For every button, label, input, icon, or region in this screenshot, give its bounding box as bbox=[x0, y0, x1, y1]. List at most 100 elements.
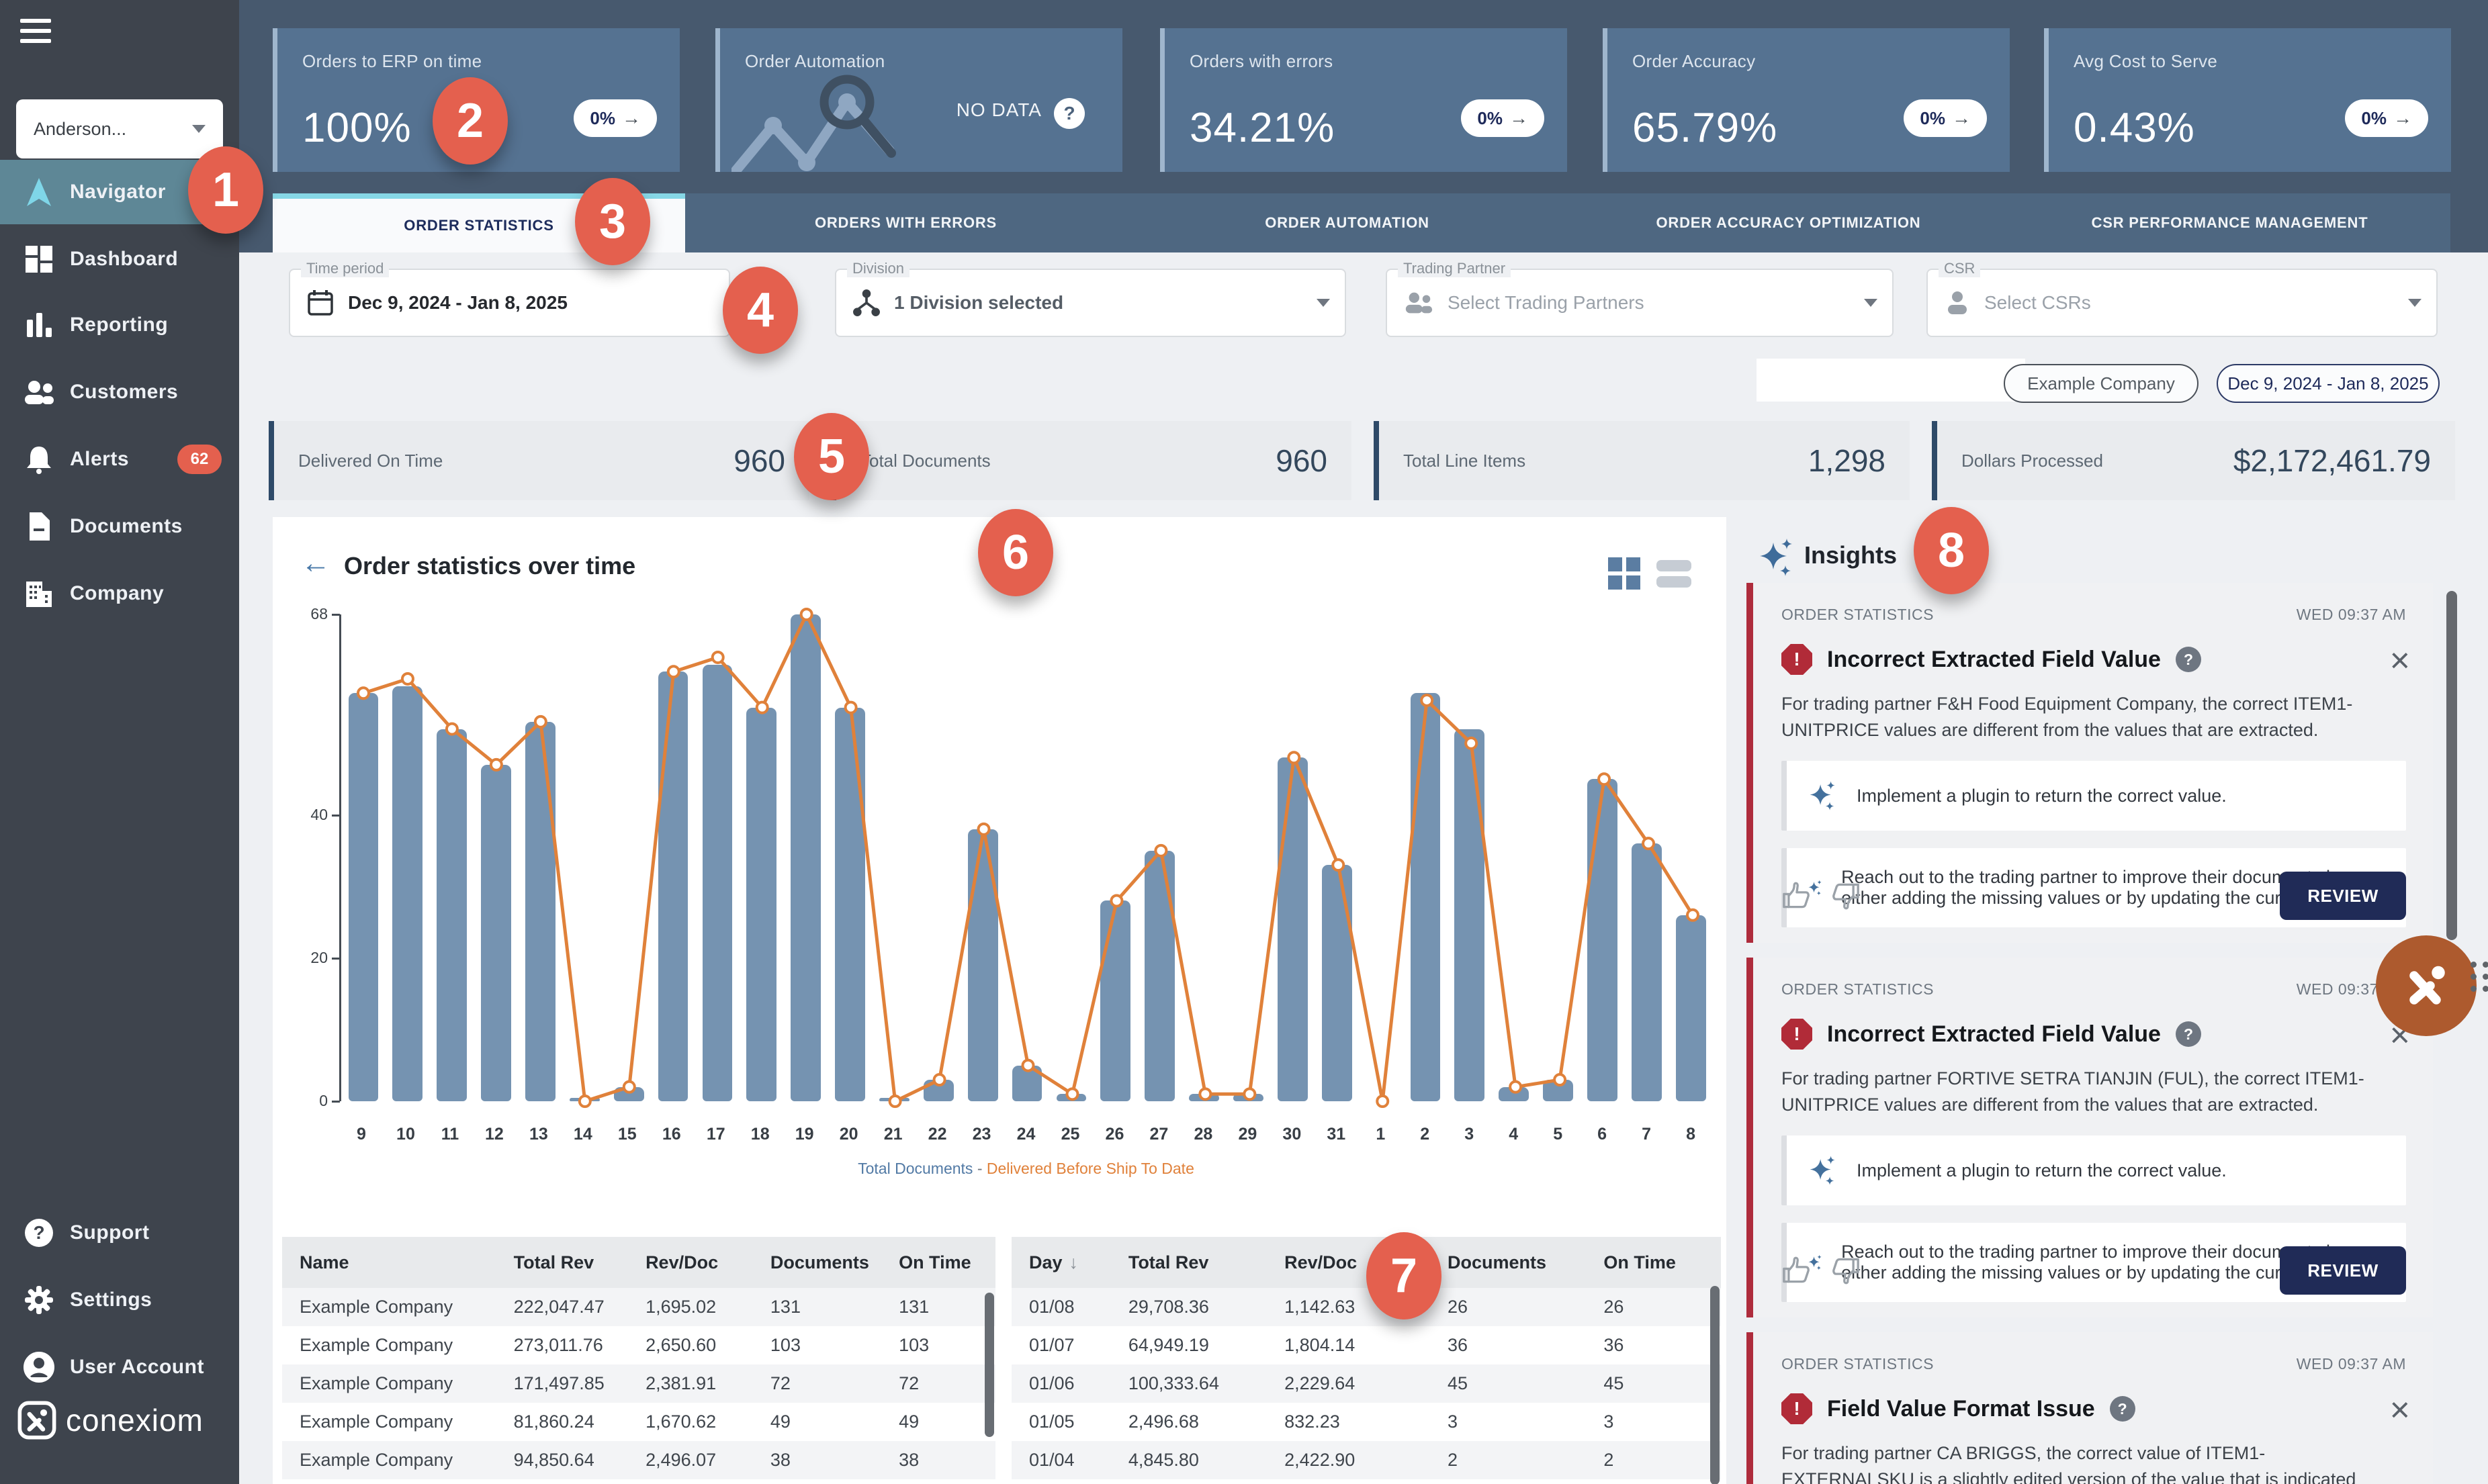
partners-table: NameTotal RevRev/DocDocumentsOn Time Exam… bbox=[282, 1237, 995, 1484]
table-header-cell[interactable]: Total Rev bbox=[496, 1252, 628, 1273]
thumbs-up-icon[interactable] bbox=[1781, 1255, 1812, 1286]
table-header-cell[interactable]: Documents bbox=[1430, 1252, 1586, 1273]
help-icon[interactable]: ? bbox=[2176, 1021, 2201, 1047]
x-axis-label: 21 bbox=[871, 1125, 916, 1144]
kpi-value: 34.21% bbox=[1190, 104, 1335, 152]
sort-desc-icon[interactable]: ↓ bbox=[1069, 1252, 1079, 1272]
table-header-cell[interactable]: Rev/Doc bbox=[628, 1252, 753, 1273]
insight-title: Field Value Format Issue bbox=[1827, 1396, 2095, 1422]
list-view-icon[interactable] bbox=[1655, 556, 1693, 591]
legend-separator: - bbox=[973, 1160, 986, 1177]
sidebar-item-label: Company bbox=[70, 582, 164, 605]
x-axis-label: 9 bbox=[339, 1125, 384, 1144]
sidebar-item-documents[interactable]: Documents bbox=[0, 494, 239, 559]
sidebar-item-company[interactable]: Company bbox=[0, 561, 239, 626]
table-cell: 64,949.19 bbox=[1111, 1335, 1267, 1356]
sidebar-item-user-account[interactable]: User Account bbox=[0, 1335, 239, 1399]
sidebar-item-reporting[interactable]: Reporting bbox=[0, 293, 239, 357]
thumbs-up-icon[interactable] bbox=[1781, 880, 1812, 911]
line-series bbox=[341, 614, 1715, 1101]
insight-category: ORDER STATISTICS bbox=[1781, 606, 1934, 624]
conexiom-logo: conexiom bbox=[17, 1401, 204, 1440]
table-header-cell[interactable]: Name bbox=[282, 1252, 496, 1273]
stat-value: 960 bbox=[1276, 443, 1327, 479]
annotation-badge-5: 5 bbox=[794, 413, 869, 500]
sidebar-item-settings[interactable]: Settings bbox=[0, 1268, 239, 1332]
company-chip[interactable]: Example Company bbox=[2004, 364, 2198, 403]
x-axis-label: 23 bbox=[960, 1125, 1004, 1144]
drag-handle-icon[interactable] bbox=[2471, 962, 2488, 992]
sidebar-item-customers[interactable]: Customers bbox=[0, 360, 239, 424]
partners-table-scrollbar[interactable] bbox=[985, 1293, 994, 1437]
table-cell: 36 bbox=[1586, 1335, 1721, 1356]
x-axis-label: 25 bbox=[1049, 1125, 1093, 1144]
arrow-right-icon: → bbox=[1952, 107, 1971, 129]
review-button[interactable]: REVIEW bbox=[2280, 1246, 2406, 1295]
help-circle-icon: ? bbox=[23, 1217, 55, 1249]
workspace-selector[interactable]: Anderson... bbox=[16, 99, 223, 158]
help-icon[interactable]: ? bbox=[1054, 98, 1085, 129]
insights-scrollbar[interactable] bbox=[2446, 591, 2457, 940]
x-axis-label: 31 bbox=[1314, 1125, 1358, 1144]
chart-plot-area bbox=[339, 614, 1713, 1101]
sidebar-item-alerts[interactable]: Alerts 62 bbox=[0, 427, 239, 492]
table-cell: 45 bbox=[1430, 1373, 1586, 1394]
review-button[interactable]: REVIEW bbox=[2280, 872, 2406, 920]
time-period-filter[interactable]: Time period Dec 9, 2024 - Jan 8, 2025 bbox=[289, 269, 730, 337]
no-data-chart-illustration bbox=[731, 62, 940, 172]
table-cell: 81,860.24 bbox=[496, 1411, 628, 1432]
thumbs-down-icon[interactable] bbox=[1830, 1255, 1861, 1286]
x-axis-label: 26 bbox=[1092, 1125, 1137, 1144]
table-header-cell[interactable]: Documents bbox=[753, 1252, 881, 1273]
kpi-trend-pill[interactable]: 0% → bbox=[1904, 99, 1987, 137]
table-cell: 3 bbox=[1430, 1411, 1586, 1432]
csr-placeholder: Select CSRs bbox=[1984, 292, 2091, 314]
stat-label: Delivered On Time bbox=[298, 451, 443, 471]
table-cell: 103 bbox=[753, 1335, 881, 1356]
sidebar-item-dashboard[interactable]: Dashboard bbox=[0, 227, 239, 291]
legend-total-documents: Total Documents bbox=[858, 1160, 973, 1177]
kpi-trend-pill[interactable]: 0% → bbox=[2345, 99, 2428, 137]
table-header-cell[interactable]: Total Rev bbox=[1111, 1252, 1267, 1273]
table-header-cell[interactable]: Day↓ bbox=[1012, 1252, 1111, 1273]
table-header-cell[interactable]: On Time bbox=[881, 1252, 995, 1273]
table-header-cell[interactable]: On Time bbox=[1586, 1252, 1721, 1273]
kpi-card-avg-cost-to-serve: Avg Cost to Serve 0.43% 0% → bbox=[2044, 28, 2451, 172]
thumbs-down-icon[interactable] bbox=[1830, 880, 1861, 911]
help-icon[interactable]: ? bbox=[2176, 647, 2201, 672]
x-axis-label: 20 bbox=[827, 1125, 871, 1144]
stat-value: 960 bbox=[734, 443, 785, 479]
table-cell: 103 bbox=[881, 1335, 995, 1356]
order-statistics-card: ← Order statistics over time 6840200 910… bbox=[273, 517, 1726, 1484]
days-table-scrollbar[interactable] bbox=[1710, 1286, 1720, 1484]
help-icon[interactable]: ? bbox=[2110, 1396, 2135, 1422]
kpi-trend-pill[interactable]: 0% → bbox=[1461, 99, 1544, 137]
division-filter[interactable]: Division 1 Division selected bbox=[835, 269, 1346, 337]
stat-total-documents: Total Documents 960 bbox=[831, 421, 1351, 500]
date-range-chip[interactable]: Dec 9, 2024 - Jan 8, 2025 bbox=[2217, 364, 2440, 403]
tab-order-accuracy-optimization[interactable]: ORDER ACCURACY OPTIMIZATION bbox=[1568, 193, 2009, 252]
table-cell: 01/06 bbox=[1012, 1373, 1111, 1394]
sidebar-item-support[interactable]: ? Support bbox=[0, 1201, 239, 1265]
tab-order-automation[interactable]: ORDER AUTOMATION bbox=[1126, 193, 1568, 252]
alert-icon: ! bbox=[1781, 644, 1812, 675]
close-icon[interactable]: × bbox=[2390, 1397, 2410, 1425]
stat-label: Dollars Processed bbox=[1961, 451, 2103, 471]
hamburger-menu-icon[interactable] bbox=[20, 19, 51, 49]
conexiom-widget-button[interactable] bbox=[2376, 935, 2477, 1036]
trading-partner-filter[interactable]: Trading Partner Select Trading Partners bbox=[1386, 269, 1894, 337]
annotation-badge-7: 7 bbox=[1366, 1232, 1441, 1319]
tab-orders-with-errors[interactable]: ORDERS WITH ERRORS bbox=[685, 193, 1126, 252]
division-value: 1 Division selected bbox=[894, 292, 1063, 314]
table-cell: 38 bbox=[753, 1450, 881, 1471]
grid-view-icon[interactable] bbox=[1607, 556, 1642, 591]
back-arrow-icon[interactable]: ← bbox=[301, 547, 330, 580]
table-row: Example Company171,497.852,381.917272 bbox=[282, 1364, 995, 1403]
x-axis-label: 30 bbox=[1270, 1125, 1314, 1144]
close-icon[interactable]: × bbox=[2390, 647, 2410, 676]
kpi-trend-pill[interactable]: 0% → bbox=[574, 99, 657, 137]
csr-filter[interactable]: CSR Select CSRs bbox=[1926, 269, 2438, 337]
suggestion-text: Implement a plugin to return the correct… bbox=[1857, 1160, 2227, 1181]
tab-csr-performance-management[interactable]: CSR PERFORMANCE MANAGEMENT bbox=[2009, 193, 2450, 252]
kpi-trend-value: 0% bbox=[1920, 108, 1945, 129]
